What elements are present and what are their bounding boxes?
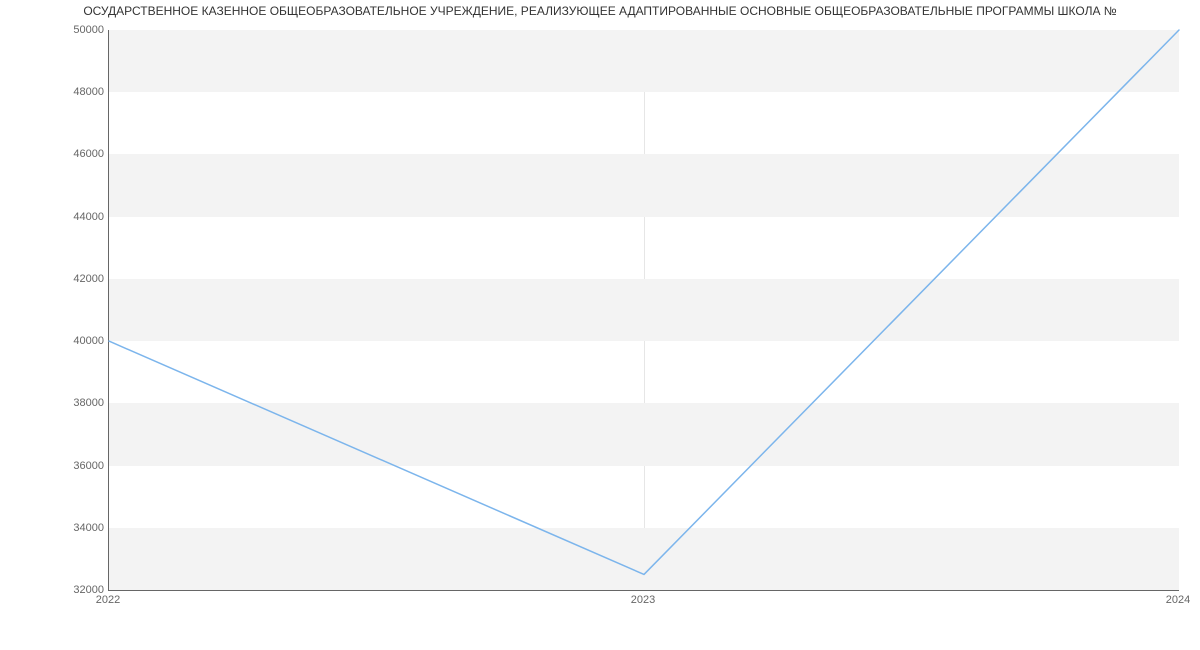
y-tick-label: 36000	[73, 460, 104, 472]
y-tick-label: 42000	[73, 273, 104, 285]
y-tick-label: 38000	[73, 397, 104, 409]
chart-container: ОСУДАРСТВЕННОЕ КАЗЕННОЕ ОБЩЕОБРАЗОВАТЕЛЬ…	[0, 0, 1200, 650]
line-series	[109, 30, 1179, 590]
chart-title: ОСУДАРСТВЕННОЕ КАЗЕННОЕ ОБЩЕОБРАЗОВАТЕЛЬ…	[0, 4, 1200, 18]
y-tick-label: 34000	[73, 522, 104, 534]
x-tick-label: 2022	[96, 594, 120, 606]
plot-area	[108, 30, 1179, 591]
y-tick-label: 46000	[73, 148, 104, 160]
x-tick-label: 2023	[631, 594, 655, 606]
y-tick-label: 48000	[73, 86, 104, 98]
y-tick-label: 44000	[73, 211, 104, 223]
x-tick-label: 2024	[1166, 594, 1190, 606]
y-tick-label: 40000	[73, 335, 104, 347]
y-tick-label: 50000	[73, 24, 104, 36]
